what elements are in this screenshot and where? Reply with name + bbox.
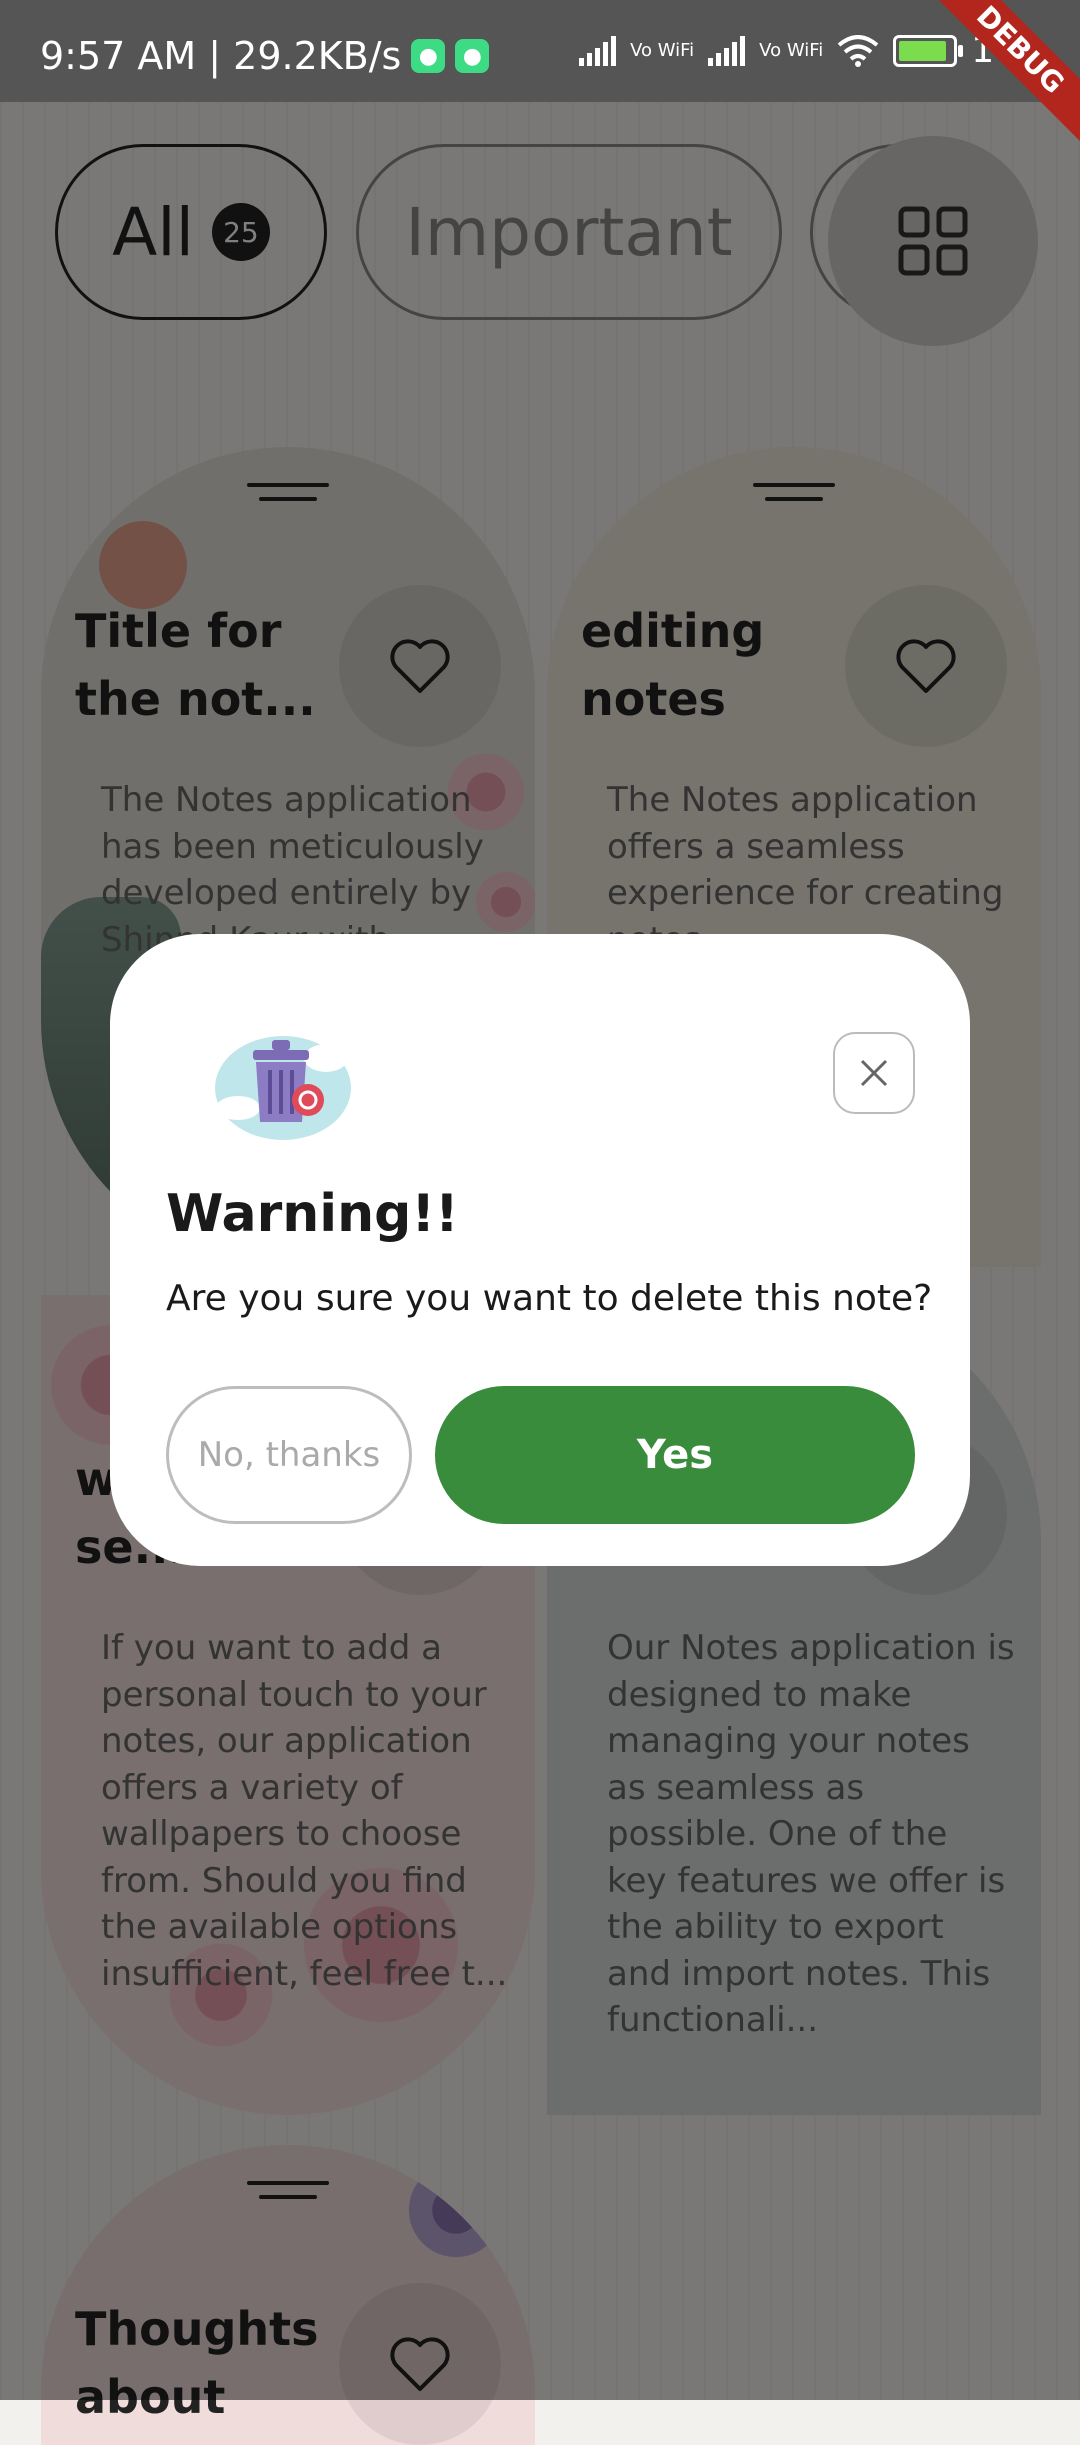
status-time: 9:57 AM | 29.2KB/s xyxy=(40,34,402,78)
delete-confirmation-dialog: Warning!! Are you sure you want to delet… xyxy=(110,934,970,1566)
cancel-button[interactable]: No, thanks xyxy=(166,1386,412,1524)
android-icon: ● xyxy=(411,39,446,73)
close-icon xyxy=(860,1059,888,1087)
battery-icon xyxy=(893,34,964,67)
vowifi-label: Vo WiFi xyxy=(759,39,824,61)
signal-icon xyxy=(579,35,617,66)
wifi-icon xyxy=(837,34,879,67)
signal-icon xyxy=(708,35,746,66)
vowifi-label: Vo WiFi xyxy=(630,39,695,61)
close-button[interactable] xyxy=(833,1032,915,1114)
dialog-title: Warning!! xyxy=(166,1184,459,1244)
dialog-message: Are you sure you want to delete this not… xyxy=(166,1278,933,1319)
confirm-delete-button[interactable]: Yes xyxy=(435,1386,915,1524)
android-icon: ● xyxy=(455,39,490,73)
trash-can-icon xyxy=(215,1036,351,1140)
status-bar: 9:57 AM | 29.2KB/s ● ● Vo WiFi Vo WiFi 1… xyxy=(0,0,1080,102)
